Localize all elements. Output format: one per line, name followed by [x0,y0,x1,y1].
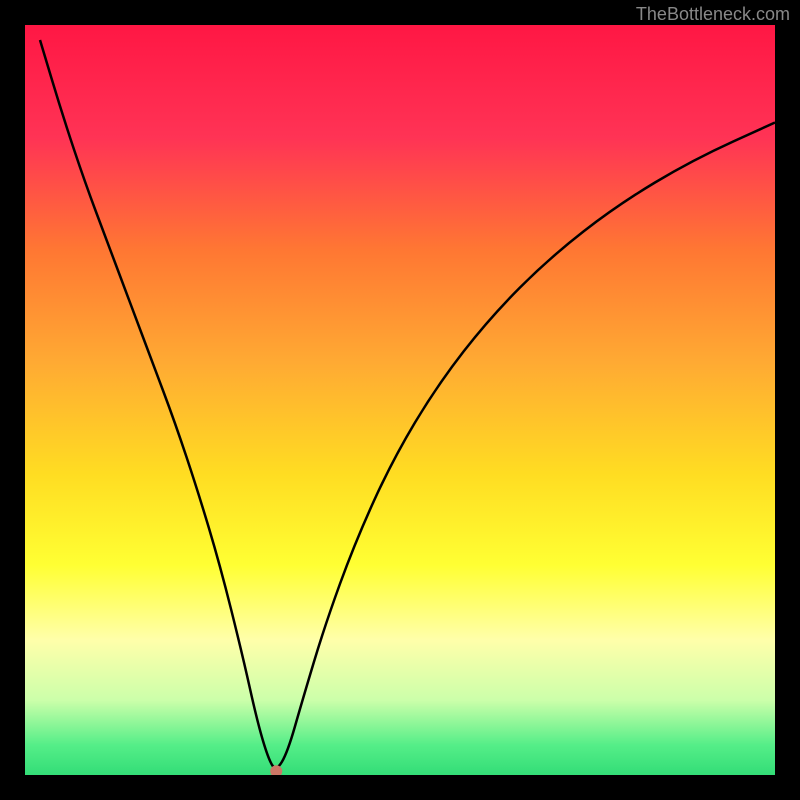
bottleneck-chart-svg [25,25,775,775]
chart-container [25,25,775,775]
watermark-text: TheBottleneck.com [636,4,790,25]
chart-background [25,25,775,775]
